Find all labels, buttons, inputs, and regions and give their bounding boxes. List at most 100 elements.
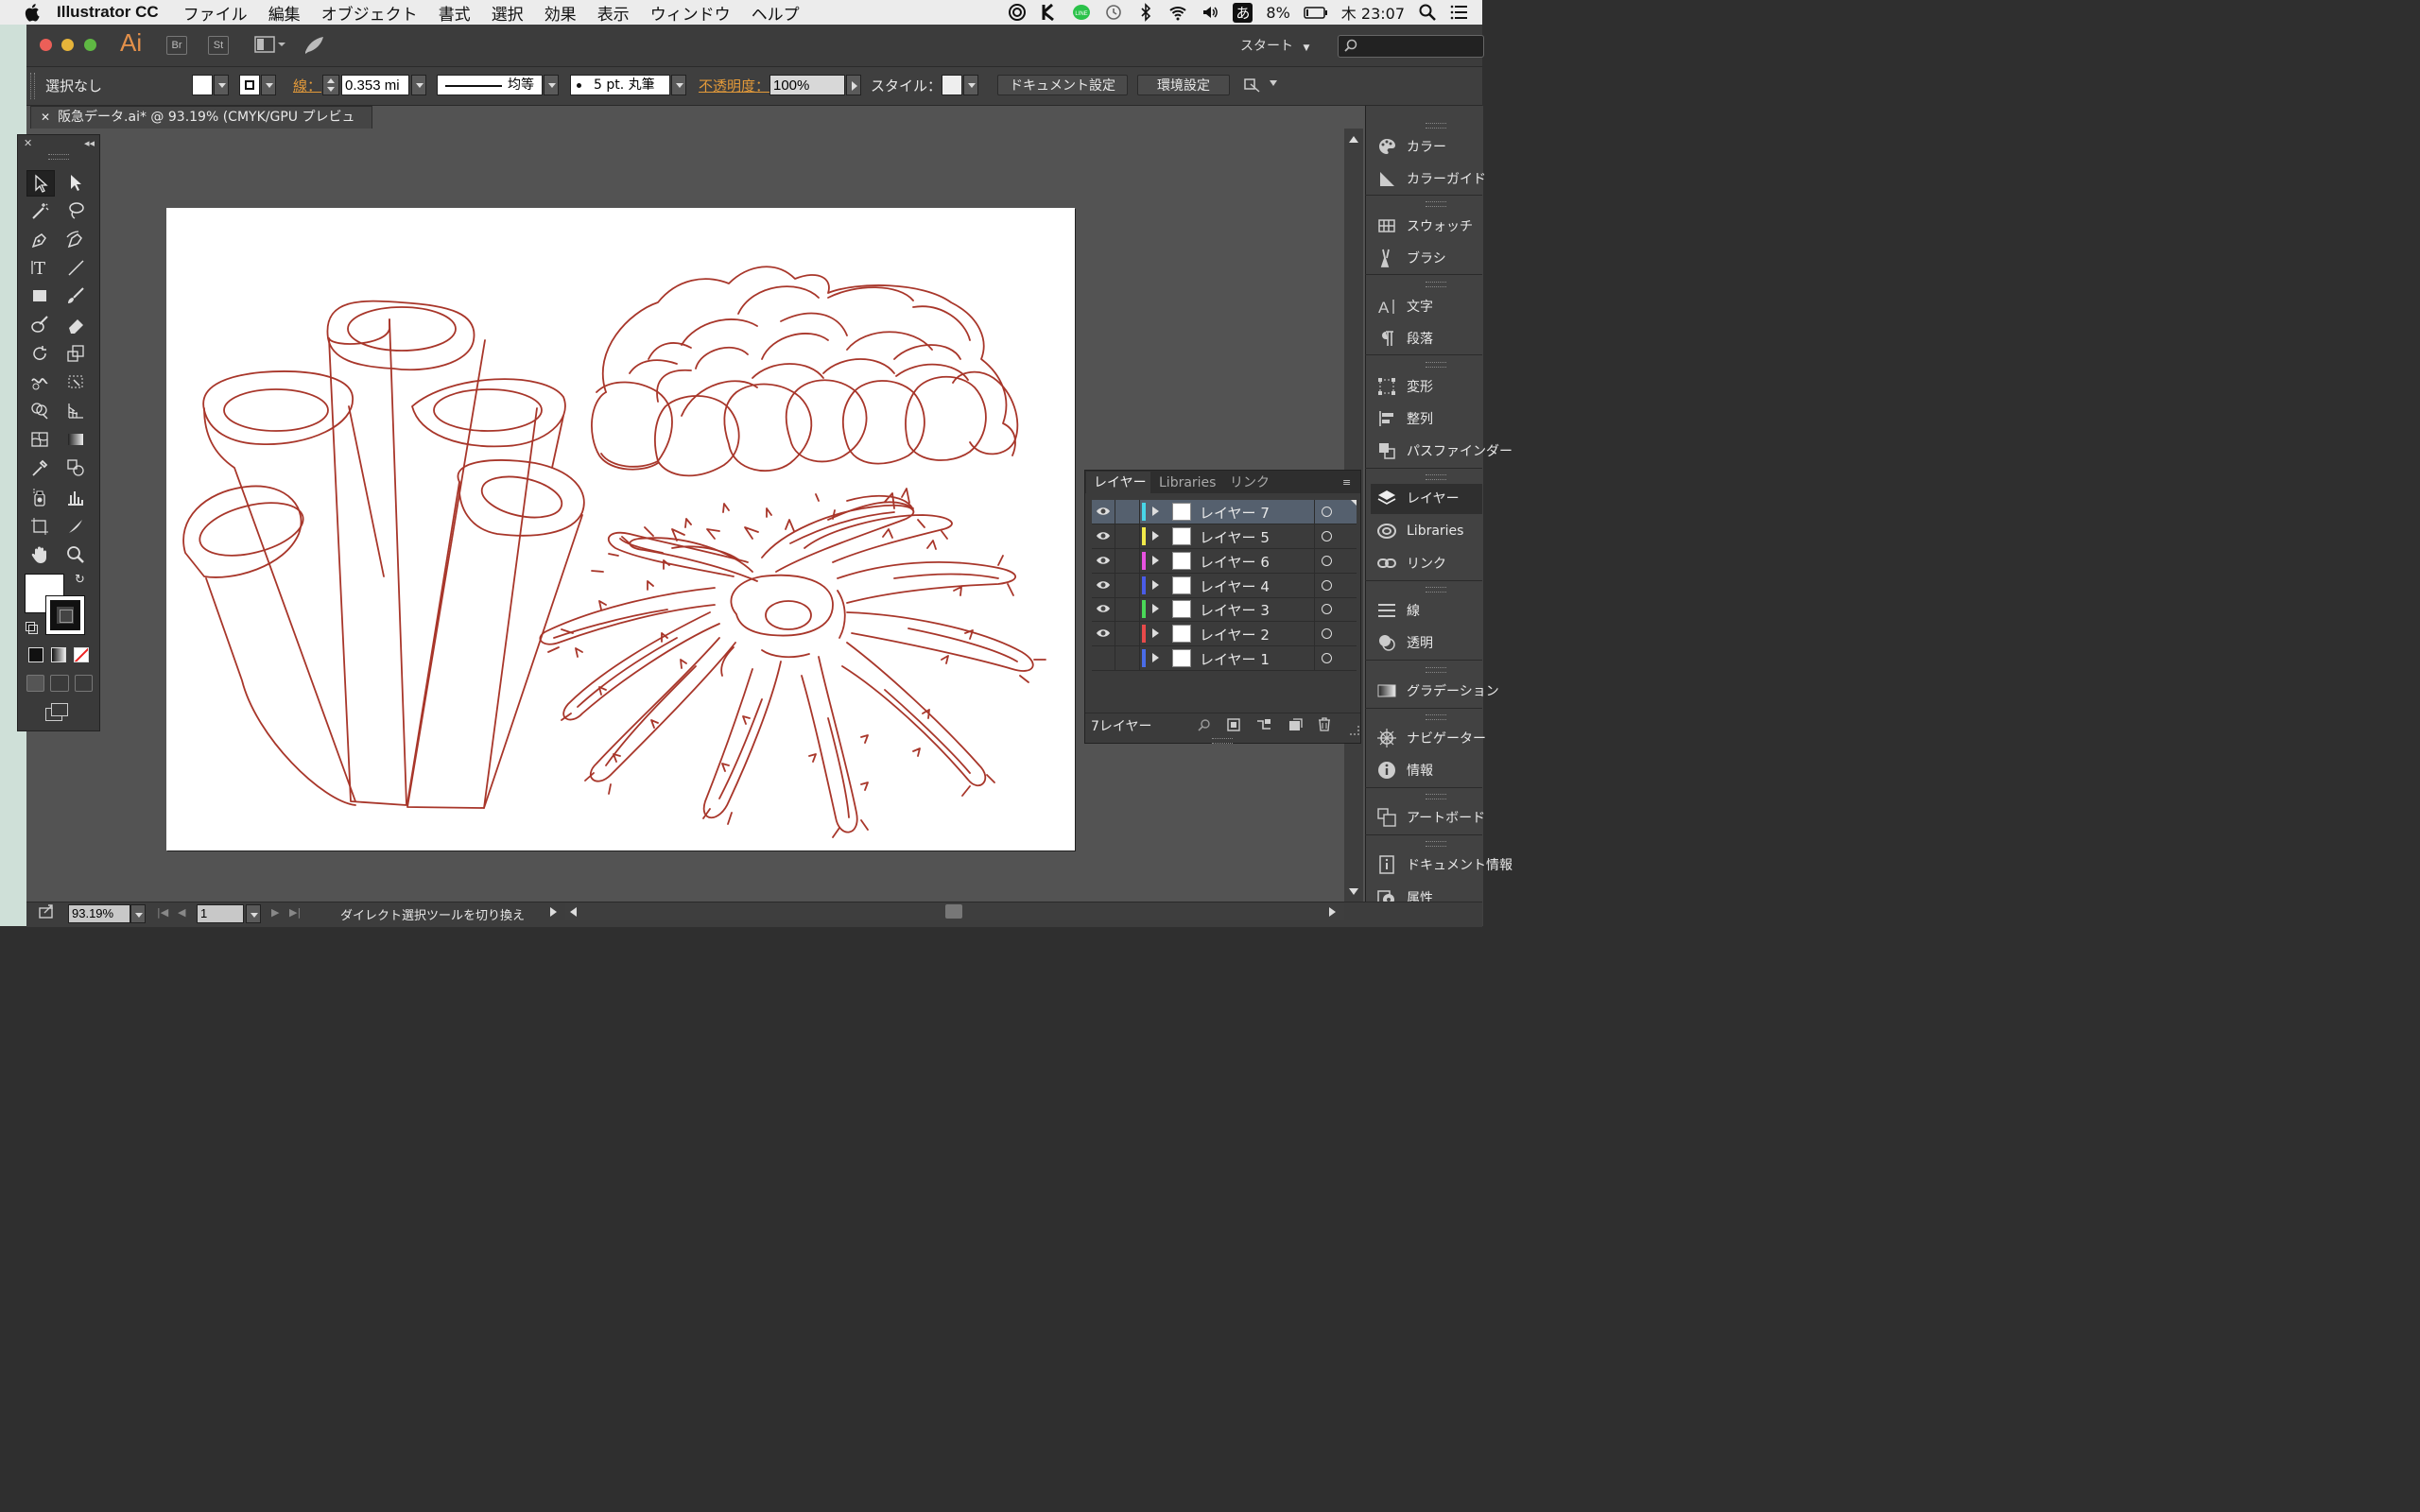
tools-collapse-icon[interactable]: ◂◂ xyxy=(84,137,95,149)
share-export-icon[interactable] xyxy=(38,904,55,919)
clock[interactable]: 木 23:07 xyxy=(1341,1,1405,24)
eraser-tool-icon[interactable] xyxy=(62,312,89,336)
zoom-level-input[interactable]: 93.19% xyxy=(68,904,130,923)
preferences-button[interactable]: 環境設定 xyxy=(1137,75,1230,95)
dock-transform[interactable]: 変形 xyxy=(1376,374,1433,399)
stroke-label[interactable]: 線： xyxy=(293,76,321,95)
dock-grip[interactable] xyxy=(1426,587,1446,593)
status-menu-arrow-icon[interactable] xyxy=(550,907,557,917)
dock-paragraph[interactable]: 段落 xyxy=(1376,326,1433,351)
draw-mode-buttons[interactable] xyxy=(26,675,93,692)
layer-row[interactable]: レイヤー 7 xyxy=(1092,500,1357,524)
create-sublayer-icon[interactable] xyxy=(1255,718,1272,731)
dock-character[interactable]: A 文字 xyxy=(1376,294,1433,318)
perspective-grid-tool-icon[interactable] xyxy=(62,398,89,422)
layers-bottom-grip[interactable] xyxy=(1212,738,1233,744)
make-clipping-mask-icon[interactable] xyxy=(1226,718,1241,731)
fill-color-swatch[interactable] xyxy=(192,75,213,95)
stroke-weight-input[interactable]: 0.353 mi xyxy=(341,75,409,95)
bluetooth-icon[interactable] xyxy=(1136,3,1155,22)
mesh-tool-icon[interactable] xyxy=(26,427,53,452)
dock-color-guide[interactable]: カラーガイド xyxy=(1376,166,1486,191)
tab-layers[interactable]: レイヤー xyxy=(1094,472,1147,493)
coral-artwork[interactable] xyxy=(166,208,1075,850)
tools-grip[interactable] xyxy=(48,154,69,160)
menu-object[interactable]: オブジェクト xyxy=(321,1,418,25)
gradient-tool-icon[interactable] xyxy=(62,427,89,452)
magic-wand-tool-icon[interactable] xyxy=(26,198,53,223)
layer-target-icon[interactable] xyxy=(1322,580,1332,591)
visibility-eye-icon[interactable] xyxy=(1096,505,1111,518)
layer-name[interactable]: レイヤー 5 xyxy=(1200,527,1270,547)
apple-icon[interactable] xyxy=(23,2,43,23)
previous-artboard-icon[interactable]: ◀ xyxy=(178,906,185,919)
dock-navigator[interactable]: ナビゲーター xyxy=(1376,726,1486,750)
layer-row[interactable]: レイヤー 4 xyxy=(1092,574,1357,598)
layer-name[interactable]: レイヤー 2 xyxy=(1200,625,1270,644)
dock-gradient[interactable]: グラデーション xyxy=(1376,679,1499,703)
zoom-window-button[interactable] xyxy=(84,39,96,51)
curvature-tool-icon[interactable] xyxy=(62,228,89,252)
swap-fill-stroke-icon[interactable]: ↻ xyxy=(75,573,85,587)
rotate-tool-icon[interactable] xyxy=(26,341,53,366)
layer-name[interactable]: レイヤー 3 xyxy=(1200,600,1270,620)
dock-grip[interactable] xyxy=(1426,282,1446,287)
dock-document-info[interactable]: ドキュメント情報 xyxy=(1376,852,1512,877)
minimize-window-button[interactable] xyxy=(61,39,74,51)
menu-select[interactable]: 選択 xyxy=(492,1,524,25)
creative-cloud-icon[interactable] xyxy=(1008,3,1027,22)
dock-grip[interactable] xyxy=(1426,841,1446,847)
time-machine-icon[interactable] xyxy=(1104,3,1123,22)
locate-object-icon[interactable] xyxy=(1197,718,1212,731)
visibility-eye-icon[interactable] xyxy=(1096,578,1111,592)
tab-links[interactable]: リンク xyxy=(1230,472,1270,493)
dock-swatches[interactable]: スウォッチ xyxy=(1376,214,1473,238)
close-window-button[interactable] xyxy=(40,39,52,51)
dock-artboards[interactable]: アートボード xyxy=(1376,805,1485,830)
layer-target-icon[interactable] xyxy=(1322,604,1332,614)
layer-row[interactable]: レイヤー 1 xyxy=(1092,646,1357,671)
notification-center-icon[interactable] xyxy=(1450,3,1469,22)
scale-tool-icon[interactable] xyxy=(62,341,89,366)
dock-grip[interactable] xyxy=(1426,201,1446,207)
dock-brushes[interactable]: ブラシ xyxy=(1376,246,1446,270)
control-options-chevron-icon[interactable] xyxy=(1270,80,1277,86)
dock-info[interactable]: 情報 xyxy=(1376,758,1433,782)
spotlight-search-icon[interactable] xyxy=(1418,3,1437,22)
visibility-eye-icon[interactable] xyxy=(1096,529,1111,542)
scroll-thumb[interactable] xyxy=(945,904,962,919)
color-mode-button[interactable] xyxy=(28,647,43,662)
symbol-sprayer-tool-icon[interactable] xyxy=(26,485,53,509)
layer-target-icon[interactable] xyxy=(1322,531,1332,541)
graphic-style-dropdown[interactable] xyxy=(963,75,978,95)
brush-definition[interactable]: 5 pt. 丸筆 xyxy=(570,75,670,95)
expand-arrow-icon[interactable] xyxy=(1152,580,1159,590)
rectangle-tool-icon[interactable] xyxy=(26,284,53,308)
tools-close-icon[interactable]: ✕ xyxy=(24,137,32,149)
visibility-eye-icon[interactable] xyxy=(1096,554,1111,567)
shape-builder-tool-icon[interactable] xyxy=(26,398,53,422)
brush-dropdown[interactable] xyxy=(671,75,686,95)
expand-arrow-icon[interactable] xyxy=(1152,628,1159,638)
selection-tool-icon[interactable] xyxy=(26,170,55,197)
layer-target-icon[interactable] xyxy=(1322,628,1332,639)
wifi-icon[interactable] xyxy=(1168,3,1187,22)
first-artboard-icon[interactable]: |◀ xyxy=(157,906,168,919)
dock-grip[interactable] xyxy=(1426,667,1446,673)
artboard-tool-icon[interactable] xyxy=(26,514,53,539)
lasso-tool-icon[interactable] xyxy=(62,198,89,223)
layer-name[interactable]: レイヤー 7 xyxy=(1200,503,1270,523)
visibility-eye-icon[interactable] xyxy=(1096,627,1111,640)
opacity-input[interactable]: 100% xyxy=(769,75,845,95)
scroll-left-icon[interactable] xyxy=(570,907,577,917)
dock-links[interactable]: リンク xyxy=(1376,551,1446,576)
expand-arrow-icon[interactable] xyxy=(1152,653,1159,662)
zoom-tool-icon[interactable] xyxy=(62,542,89,567)
artboard-number-input[interactable]: 1 xyxy=(197,904,244,923)
status-tool-hint[interactable]: ダイレクト選択ツールを切り換え xyxy=(340,905,525,923)
delete-layer-icon[interactable] xyxy=(1318,717,1331,731)
dock-grip[interactable] xyxy=(1426,714,1446,720)
slice-tool-icon[interactable] xyxy=(62,514,89,539)
dock-layers[interactable]: レイヤー xyxy=(1376,486,1460,510)
panel-grip[interactable] xyxy=(30,73,35,99)
